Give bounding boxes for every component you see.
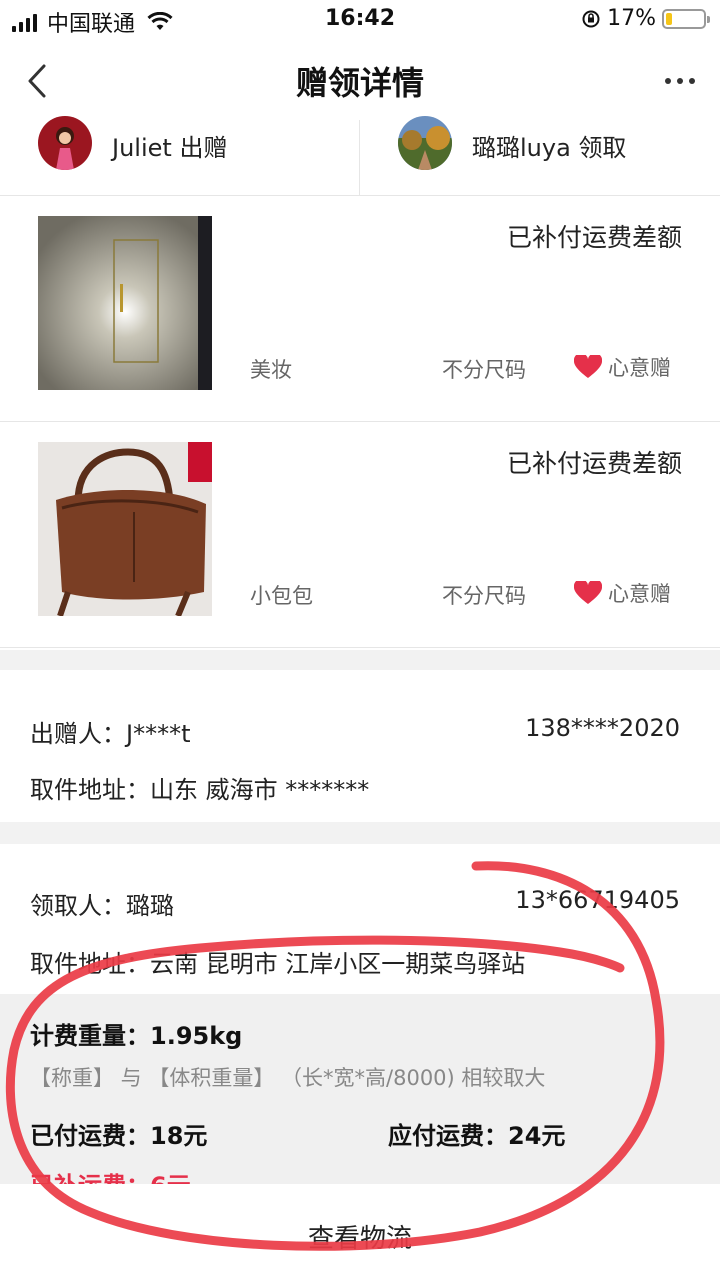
gift-type-label: 心意赠: [608, 356, 671, 380]
gift-item[interactable]: 已补付运费差额 美妆 不分尺码 心意赠: [0, 196, 720, 422]
gift-parties: Juliet 出赠 璐璐luya 领取: [0, 116, 720, 196]
item-photo-cosmetics-box: [38, 216, 212, 390]
receiver-name: 璐璐luya: [472, 133, 571, 162]
weight-note: 【称重】 与 【体积重量】 （长*宽*高/8000) 相较取大: [30, 1066, 546, 1090]
receiver-party[interactable]: 璐璐luya 领取: [398, 116, 627, 196]
section-gap: [0, 650, 720, 670]
receiver-phone: 13*66719405: [515, 886, 680, 914]
gift-type: 心意赠: [574, 578, 671, 608]
giver-phone: 138****2020: [525, 714, 680, 742]
receiver-label: 领取人：: [30, 892, 126, 920]
receiver-role: 领取: [578, 133, 627, 162]
item-status: 已补付运费差额: [506, 449, 682, 478]
page-title: 赠领详情: [295, 64, 424, 102]
gift-item[interactable]: 已补付运费差额 小包包 不分尺码 心意赠: [0, 422, 720, 648]
item-photo-brown-handbag: [38, 442, 212, 616]
giver-address: 山东 威海市 *******: [150, 776, 370, 804]
extra-fee-label: 已补运费：: [30, 1172, 150, 1184]
more-icon[interactable]: [662, 66, 698, 96]
heart-icon: [574, 581, 602, 604]
due-fee-label: 应付运费：: [388, 1122, 508, 1150]
item-size: 不分尺码: [442, 358, 526, 382]
receiver-avatar: [398, 116, 452, 170]
giver-name: Juliet: [112, 133, 172, 162]
giver-party[interactable]: Juliet 出赠: [38, 116, 228, 196]
party-divider: [359, 120, 360, 196]
item-category: 小包包: [250, 584, 313, 608]
paid-fee-label: 已付运费：: [30, 1122, 150, 1150]
giver-address-label: 取件地址：: [30, 776, 150, 804]
view-logistics-button[interactable]: 查看物流: [0, 1184, 720, 1280]
nav-bar: 赠领详情: [0, 40, 720, 120]
battery-icon: [662, 8, 710, 29]
receiver-address-label: 取件地址：: [30, 950, 150, 978]
receiver-info: 领取人：璐璐 13*66719405 取件地址：云南 昆明市 江岸小区一期菜鸟驿…: [0, 844, 720, 994]
weight-label: 计费重量：: [30, 1022, 150, 1050]
item-status: 已补付运费差额: [506, 223, 682, 252]
paid-fee-value: 18元: [150, 1122, 208, 1150]
item-category: 美妆: [250, 358, 292, 382]
orientation-lock-icon: [582, 10, 600, 27]
gift-type-label: 心意赠: [608, 582, 671, 606]
giver-info: 出赠人：J****t 138****2020 取件地址：山东 威海市 *****…: [0, 670, 720, 822]
giver-masked-name: J****t: [126, 720, 191, 748]
weight-value: 1.95kg: [150, 1022, 243, 1050]
section-gap: [0, 822, 720, 844]
giver-label: 出赠人：: [30, 720, 126, 748]
status-bar: 中国联通 16:42 17%: [0, 0, 720, 40]
shipping-fees: 计费重量：1.95kg 【称重】 与 【体积重量】 （长*宽*高/8000) 相…: [0, 994, 720, 1184]
giver-role: 出赠: [179, 133, 228, 162]
extra-fee-value: 6元: [150, 1172, 191, 1184]
giver-avatar: [38, 116, 92, 170]
due-fee-value: 24元: [508, 1122, 566, 1150]
heart-icon: [574, 355, 602, 378]
view-logistics-label: 查看物流: [307, 1224, 412, 1254]
item-size: 不分尺码: [442, 584, 526, 608]
battery-percent: 17%: [607, 6, 656, 31]
receiver-address: 云南 昆明市 江岸小区一期菜鸟驿站: [150, 950, 526, 978]
gift-type: 心意赠: [574, 352, 671, 382]
receiver-name-value: 璐璐: [126, 892, 174, 920]
